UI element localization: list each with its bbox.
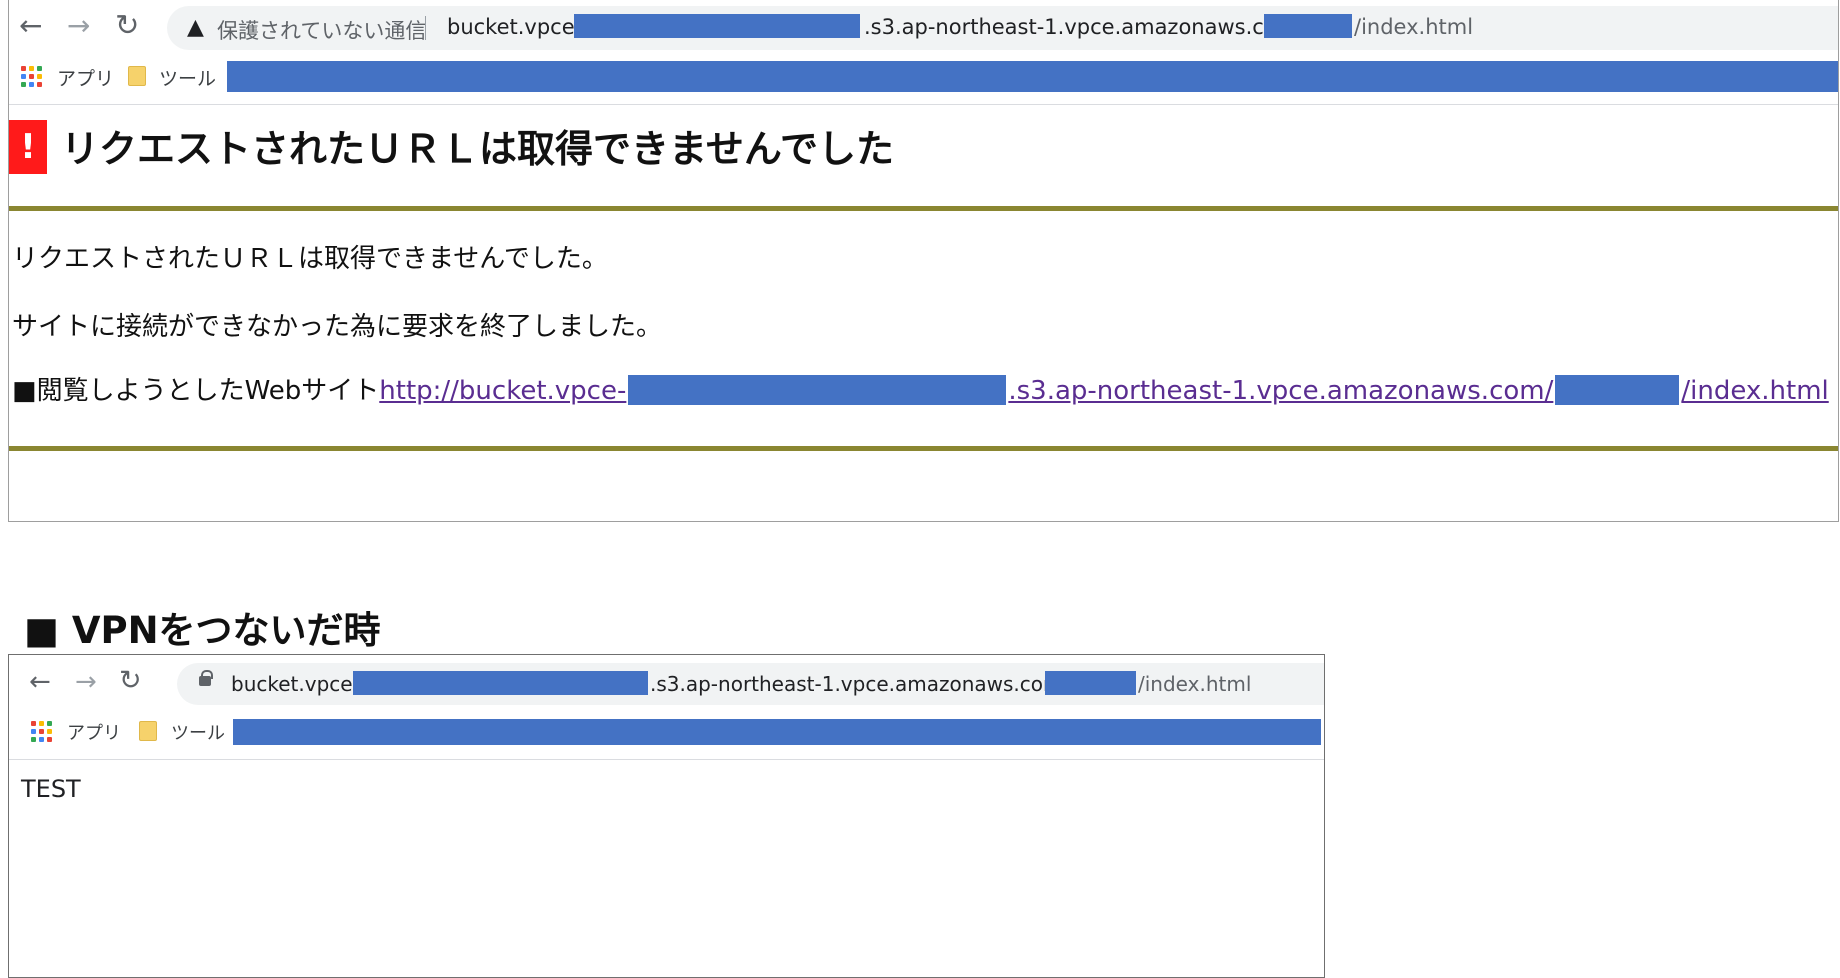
back-arrow-icon[interactable]: ← xyxy=(19,12,42,40)
toolbar-divider xyxy=(9,104,1838,105)
olive-rule-top xyxy=(9,206,1838,211)
bookmark-tools[interactable]: ツール xyxy=(159,64,216,91)
link-suffix[interactable]: /index.html xyxy=(1681,376,1828,406)
url-suffix: /index.html xyxy=(1138,672,1252,696)
omnibox-divider xyxy=(425,16,426,40)
reload-icon[interactable]: ↻ xyxy=(119,667,142,695)
url-suffix: /index.html xyxy=(1354,15,1474,39)
visited-site-label: ■閲覧しようとしたWebサイト xyxy=(12,376,380,406)
folder-icon[interactable] xyxy=(128,66,146,86)
error-message-line3: ■閲覧しようとしたWebサイトhttp://bucket.vpce- .s3.ap… xyxy=(12,370,1829,407)
section-heading: ■ VPNをつないだ時 xyxy=(24,609,381,652)
link-middle[interactable]: .s3.ap-northeast-1.vpce.amazonaws.com/ xyxy=(1008,376,1553,406)
error-message-line1: リクエストされたＵＲＬは取得できませんでした。 xyxy=(12,244,608,274)
error-badge: ! xyxy=(9,120,47,174)
url-prefix: bucket.vpce- xyxy=(447,15,583,39)
bookmarks-redaction xyxy=(227,61,1838,92)
lock-shackle xyxy=(201,670,213,679)
error-title: リクエストされたＵＲＬは取得できませんでした xyxy=(61,127,894,171)
url-redaction xyxy=(1045,671,1136,695)
link-redaction xyxy=(1555,375,1680,405)
link-redaction xyxy=(628,375,1007,405)
url-redaction xyxy=(574,14,860,38)
url-middle: .s3.ap-northeast-1.vpce.amazonaws.com/ xyxy=(864,15,1305,39)
forward-arrow-icon[interactable]: → xyxy=(67,12,90,40)
warning-icon[interactable]: ▲ xyxy=(187,15,204,40)
forward-arrow-icon[interactable]: → xyxy=(75,668,97,696)
bookmark-tools[interactable]: ツール xyxy=(171,719,225,745)
address-bar[interactable]: ▲ 保護されていない通信 bucket.vpce- .s3.ap-northea… xyxy=(167,6,1838,50)
error-message-line2: サイトに接続ができなかった為に要求を終了しました。 xyxy=(12,312,663,342)
url-prefix: bucket.vpce- xyxy=(231,672,360,696)
link-prefix[interactable]: http://bucket.vpce- xyxy=(379,376,626,406)
bookmark-apps[interactable]: アプリ xyxy=(57,64,114,91)
browser-window-insecure: ← → ↻ ▲ 保護されていない通信 bucket.vpce- .s3.ap-n… xyxy=(8,0,1839,522)
address-bar[interactable]: bucket.vpce- .s3.ap-northeast-1.vpce.ama… xyxy=(177,663,1324,705)
olive-rule-bottom xyxy=(9,446,1838,451)
apps-grid-icon[interactable] xyxy=(31,721,52,742)
reload-icon[interactable]: ↻ xyxy=(115,11,139,40)
bookmarks-redaction xyxy=(233,719,1321,745)
url-redaction xyxy=(353,671,648,695)
url-redaction xyxy=(1264,14,1352,38)
page-content-text: TEST xyxy=(21,775,81,803)
toolbar-divider xyxy=(9,759,1324,760)
bookmark-apps[interactable]: アプリ xyxy=(67,719,121,745)
folder-icon[interactable] xyxy=(139,721,157,741)
security-label[interactable]: 保護されていない通信 xyxy=(217,15,426,45)
apps-grid-icon[interactable] xyxy=(21,66,42,87)
back-arrow-icon[interactable]: ← xyxy=(29,668,51,696)
browser-window-vpn: ← → ↻ bucket.vpce- .s3.ap-northeast-1.vp… xyxy=(8,654,1325,978)
visited-site-link[interactable]: http://bucket.vpce- .s3.ap-northeast-1.vp… xyxy=(379,375,1829,406)
url-middle: .s3.ap-northeast-1.vpce.amazonaws.com/ xyxy=(650,672,1070,696)
